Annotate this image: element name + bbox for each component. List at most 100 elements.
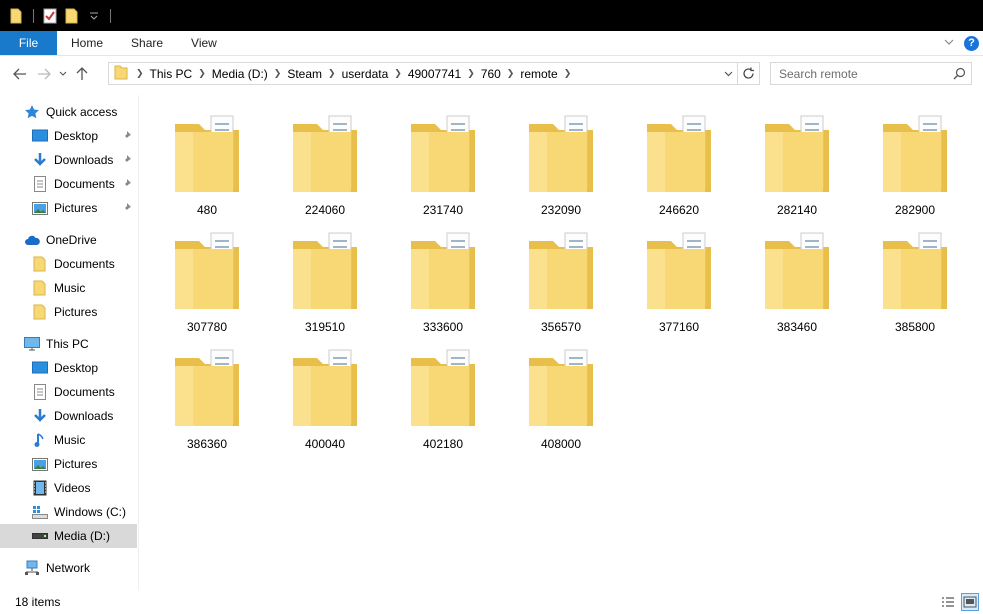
breadcrumb-this-pc[interactable]: This PC bbox=[144, 67, 199, 81]
folder-item[interactable]: 356570 bbox=[511, 217, 611, 334]
address-bar[interactable]: ❯ This PC ❯ Media (D:) ❯ Steam ❯ userdat… bbox=[108, 62, 760, 85]
breadcrumb-userdata[interactable]: userdata bbox=[336, 67, 395, 81]
film-strip-icon bbox=[32, 480, 48, 496]
toolbar-separator bbox=[110, 8, 111, 23]
navigation-pane: Quick access Desktop Downloads Documents bbox=[0, 95, 139, 590]
breadcrumb-steam[interactable]: Steam bbox=[281, 67, 328, 81]
folder-icon bbox=[407, 334, 479, 433]
folder-icon bbox=[32, 280, 48, 296]
sidebar-item-label: Media (D:) bbox=[54, 529, 111, 543]
pin-icon[interactable] bbox=[122, 130, 132, 143]
pictures-icon bbox=[32, 456, 48, 472]
search-input[interactable] bbox=[779, 66, 947, 81]
folder-item[interactable]: 282140 bbox=[747, 100, 847, 217]
details-view-icon[interactable] bbox=[939, 593, 957, 611]
folder-icon bbox=[289, 217, 361, 316]
tab-file[interactable]: File bbox=[0, 31, 57, 55]
tab-home[interactable]: Home bbox=[57, 31, 117, 55]
folder-label: 480 bbox=[196, 203, 218, 217]
pin-icon[interactable] bbox=[122, 154, 132, 167]
folder-item[interactable]: 402180 bbox=[393, 334, 493, 451]
folder-item[interactable]: 232090 bbox=[511, 100, 611, 217]
back-arrow-icon[interactable] bbox=[8, 62, 32, 86]
pin-icon[interactable] bbox=[122, 178, 132, 191]
sidebar-item-label: OneDrive bbox=[46, 233, 97, 247]
chevron-right-icon[interactable]: ❯ bbox=[198, 68, 206, 79]
folder-item[interactable]: 282900 bbox=[865, 100, 965, 217]
sidebar-item-label: Music bbox=[54, 281, 86, 295]
folder-icon bbox=[525, 334, 597, 433]
folder-item[interactable]: 385800 bbox=[865, 217, 965, 334]
folder-item[interactable]: 400040 bbox=[275, 334, 375, 451]
new-folder-icon[interactable] bbox=[63, 7, 81, 25]
sidebar-item-pc-media-d[interactable]: Media (D:) bbox=[0, 524, 137, 548]
customize-toolbar-icon[interactable] bbox=[85, 7, 103, 25]
folder-item[interactable]: 386360 bbox=[157, 334, 257, 451]
folder-item[interactable]: 224060 bbox=[275, 100, 375, 217]
folder-label: 385800 bbox=[894, 320, 936, 334]
breadcrumb: ❯ This PC ❯ Media (D:) ❯ Steam ❯ userdat… bbox=[132, 63, 719, 84]
sidebar-item-label: Network bbox=[46, 561, 91, 575]
folder-icon bbox=[407, 217, 479, 316]
help-icon[interactable]: ? bbox=[964, 35, 979, 51]
download-arrow-icon bbox=[32, 152, 48, 168]
folder-item[interactable]: 408000 bbox=[511, 334, 611, 451]
pin-icon[interactable] bbox=[122, 202, 132, 215]
breadcrumb-user-id[interactable]: 49007741 bbox=[402, 67, 467, 81]
breadcrumb-remote[interactable]: remote bbox=[514, 67, 563, 81]
up-arrow-icon[interactable] bbox=[70, 62, 94, 86]
folder-item[interactable]: 231740 bbox=[393, 100, 493, 217]
tab-view[interactable]: View bbox=[177, 31, 231, 55]
folder-label: 246620 bbox=[658, 203, 700, 217]
folder-icon[interactable] bbox=[8, 7, 26, 25]
properties-icon[interactable] bbox=[41, 7, 59, 25]
chevron-right-icon[interactable]: ❯ bbox=[274, 68, 282, 79]
chevron-right-icon[interactable]: ❯ bbox=[564, 68, 572, 79]
address-history-dropdown-icon[interactable] bbox=[719, 63, 737, 84]
folder-icon bbox=[289, 100, 361, 199]
document-icon bbox=[32, 176, 48, 192]
sidebar-item-label: This PC bbox=[46, 337, 89, 351]
desktop-icon bbox=[32, 360, 48, 376]
folder-item[interactable]: 307780 bbox=[157, 217, 257, 334]
folder-item[interactable]: 383460 bbox=[747, 217, 847, 334]
folder-icon bbox=[643, 100, 715, 199]
folder-item[interactable]: 246620 bbox=[629, 100, 729, 217]
item-count: 18 items bbox=[15, 595, 61, 609]
tab-share[interactable]: Share bbox=[117, 31, 177, 55]
toolbar-separator bbox=[33, 8, 34, 23]
chevron-right-icon[interactable]: ❯ bbox=[394, 68, 402, 79]
forward-arrow-icon[interactable] bbox=[32, 62, 56, 86]
folder-icon bbox=[171, 100, 243, 199]
recent-locations-icon[interactable] bbox=[56, 62, 70, 86]
folder-icon bbox=[525, 100, 597, 199]
folder-icon bbox=[643, 217, 715, 316]
chevron-right-icon[interactable]: ❯ bbox=[467, 68, 475, 79]
search-icon[interactable] bbox=[947, 67, 971, 80]
folder-icon bbox=[114, 64, 132, 83]
folder-label: 377160 bbox=[658, 320, 700, 334]
folder-item[interactable]: 480 bbox=[157, 100, 257, 217]
sidebar-item-label: Documents bbox=[54, 385, 115, 399]
breadcrumb-media-d[interactable]: Media (D:) bbox=[206, 67, 274, 81]
folder-item[interactable]: 377160 bbox=[629, 217, 729, 334]
status-bar: 18 items bbox=[0, 590, 983, 614]
folder-item[interactable]: 333600 bbox=[393, 217, 493, 334]
sidebar-item-label: Pictures bbox=[54, 457, 98, 471]
document-icon bbox=[32, 384, 48, 400]
chevron-right-icon[interactable]: ❯ bbox=[328, 68, 336, 79]
folder-icon bbox=[407, 100, 479, 199]
desktop-icon bbox=[32, 128, 48, 144]
breadcrumb-760[interactable]: 760 bbox=[475, 67, 507, 81]
expand-ribbon-icon[interactable] bbox=[944, 38, 954, 49]
refresh-icon[interactable] bbox=[737, 63, 759, 84]
sidebar-item-label: Downloads bbox=[54, 153, 114, 167]
chevron-right-icon[interactable]: ❯ bbox=[132, 68, 144, 79]
chevron-right-icon[interactable]: ❯ bbox=[507, 68, 515, 79]
folder-label: 231740 bbox=[422, 203, 464, 217]
star-icon bbox=[24, 104, 40, 120]
network-icon bbox=[24, 560, 40, 576]
large-icons-view-icon[interactable] bbox=[961, 593, 979, 611]
folder-label: 282140 bbox=[776, 203, 818, 217]
folder-item[interactable]: 319510 bbox=[275, 217, 375, 334]
